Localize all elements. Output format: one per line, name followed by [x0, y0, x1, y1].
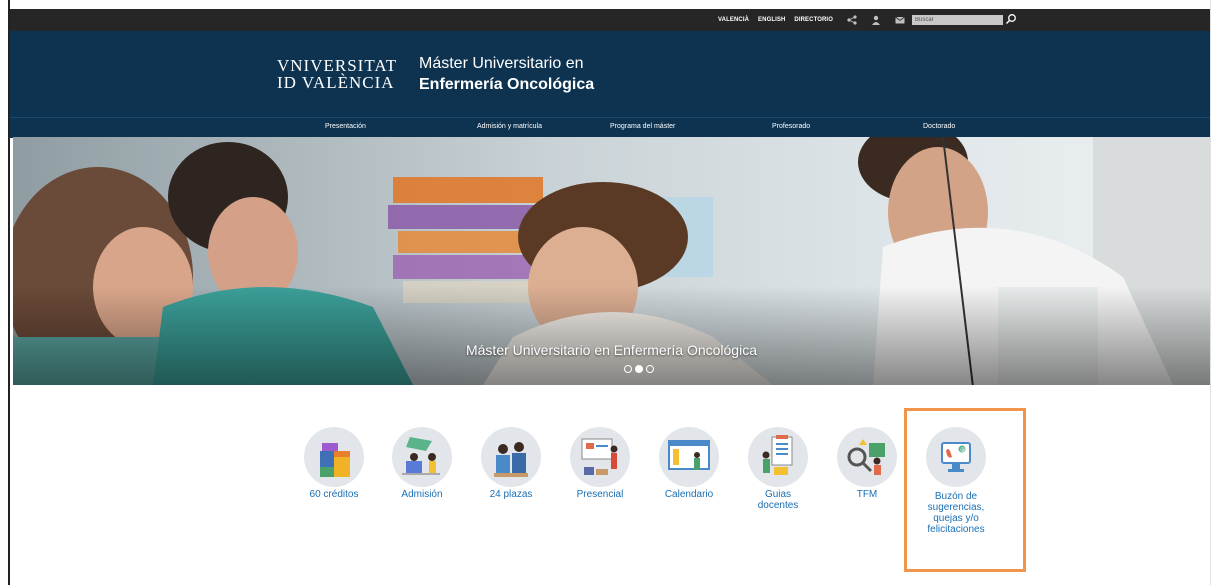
students-icon: [481, 427, 541, 487]
quick-link-label: Calendario: [664, 489, 714, 500]
calendar-icon: [659, 427, 719, 487]
nav-item-profesorado[interactable]: Profesorado: [772, 123, 810, 130]
quick-link-label: Presencial: [576, 489, 624, 500]
language-english-link[interactable]: ENGLISH: [758, 17, 785, 23]
highlight-box: [904, 408, 1026, 572]
university-logo[interactable]: VNIVERSITAT ID VALÈNCIA: [277, 57, 397, 91]
research-icon: [837, 427, 897, 487]
nav-item-programa[interactable]: Programa del máster: [610, 123, 675, 130]
directory-link[interactable]: DIRECTORIO: [794, 17, 833, 23]
quick-link-label: Admisión: [401, 489, 443, 500]
utility-links: VALENCIÀ ENGLISH DIRECTORIO: [718, 9, 919, 31]
admission-icon: [392, 427, 452, 487]
quick-link-tfm[interactable]: TFM: [824, 427, 910, 500]
hero-caption: Máster Universitario en Enfermería Oncol…: [465, 342, 757, 358]
logo-line-1: VNIVERSITAT: [277, 56, 398, 75]
logo-line-2: ID VALÈNCIA: [277, 73, 395, 92]
carousel-dot-1[interactable]: [624, 365, 632, 373]
quick-link-label: 24 plazas: [489, 489, 533, 500]
quick-link-guias[interactable]: Guias docentes: [735, 427, 821, 511]
nav-item-admision[interactable]: Admisión y matrícula: [477, 123, 542, 130]
hero-carousel[interactable]: Máster Universitario en Enfermería Oncol…: [13, 137, 1210, 385]
quick-link-label: Guias docentes: [757, 489, 799, 511]
nav-item-presentacion[interactable]: Presentación: [325, 123, 366, 130]
share-icon[interactable]: [847, 15, 857, 25]
quick-links: 60 créditos Admisión 24 plazas Presencia…: [0, 427, 1218, 577]
quick-link-label: 60 créditos: [309, 489, 359, 500]
utility-bar: VALENCIÀ ENGLISH DIRECTORIO: [10, 9, 1210, 31]
books-icon: [304, 427, 364, 487]
quick-link-plazas[interactable]: 24 plazas: [468, 427, 554, 500]
user-icon[interactable]: [871, 15, 881, 25]
master-title[interactable]: Máster Universitario en Enfermería Oncol…: [419, 54, 594, 96]
mail-icon[interactable]: [895, 15, 905, 25]
quick-link-label: TFM: [856, 489, 878, 500]
classroom-icon: [570, 427, 630, 487]
quick-link-admision[interactable]: Admisión: [379, 427, 465, 500]
quick-link-calendario[interactable]: Calendario: [646, 427, 732, 500]
search-input[interactable]: [912, 15, 1003, 25]
guides-icon: [748, 427, 808, 487]
language-valencian-link[interactable]: VALENCIÀ: [718, 17, 749, 23]
carousel-dot-2[interactable]: [635, 365, 643, 373]
site-header: VNIVERSITAT ID VALÈNCIA Máster Universit…: [10, 31, 1210, 117]
master-title-line-1: Máster Universitario en: [419, 55, 584, 72]
main-nav: Presentación Admisión y matrícula Progra…: [10, 117, 1210, 138]
search-icon[interactable]: [1005, 13, 1017, 25]
carousel-dot-3[interactable]: [646, 365, 654, 373]
quick-link-presencial[interactable]: Presencial: [557, 427, 643, 500]
carousel-dots: [624, 365, 654, 373]
quick-link-creditos[interactable]: 60 créditos: [291, 427, 377, 500]
nav-item-doctorado[interactable]: Doctorado: [923, 123, 955, 130]
master-title-line-2: Enfermería Oncológica: [419, 76, 595, 93]
